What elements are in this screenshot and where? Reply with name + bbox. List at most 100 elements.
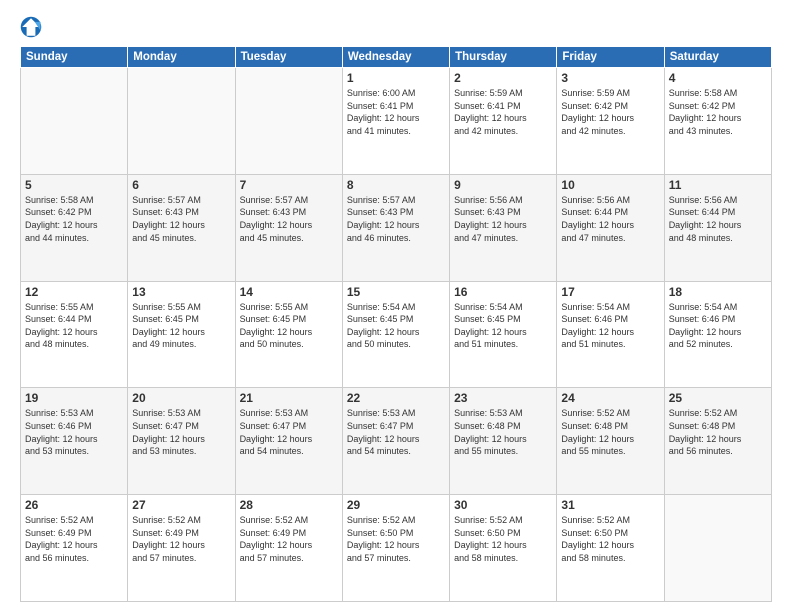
calendar-cell: 14 Sunrise: 5:55 AM Sunset: 6:45 PM Dayli… xyxy=(235,281,342,388)
calendar-cell xyxy=(235,68,342,175)
day-info: Sunrise: 5:56 AM Sunset: 6:43 PM Dayligh… xyxy=(454,194,552,244)
day-number: 23 xyxy=(454,391,552,405)
calendar-cell: 12 Sunrise: 5:55 AM Sunset: 6:44 PM Dayli… xyxy=(21,281,128,388)
day-number: 24 xyxy=(561,391,659,405)
calendar-cell: 11 Sunrise: 5:56 AM Sunset: 6:44 PM Dayli… xyxy=(664,174,771,281)
day-info: Sunrise: 5:55 AM Sunset: 6:45 PM Dayligh… xyxy=(240,301,338,351)
calendar-cell: 9 Sunrise: 5:56 AM Sunset: 6:43 PM Daylig… xyxy=(450,174,557,281)
calendar-cell xyxy=(664,495,771,602)
calendar-cell: 28Sunrise: 5:52 AM Sunset: 6:49 PM Dayli… xyxy=(235,495,342,602)
day-number: 5 xyxy=(25,178,123,192)
logo xyxy=(20,16,46,38)
day-number: 1 xyxy=(347,71,445,85)
calendar-cell: 10Sunrise: 5:56 AM Sunset: 6:44 PM Dayli… xyxy=(557,174,664,281)
header-monday: Monday xyxy=(128,47,235,68)
day-number: 17 xyxy=(561,285,659,299)
calendar-cell: 25 Sunrise: 5:52 AM Sunset: 6:48 PM Dayli… xyxy=(664,388,771,495)
calendar-cell: 24 Sunrise: 5:52 AM Sunset: 6:48 PM Dayli… xyxy=(557,388,664,495)
day-number: 9 xyxy=(454,178,552,192)
day-number: 7 xyxy=(240,178,338,192)
week-row-5: 26Sunrise: 5:52 AM Sunset: 6:49 PM Dayli… xyxy=(21,495,772,602)
day-number: 25 xyxy=(669,391,767,405)
day-number: 19 xyxy=(25,391,123,405)
calendar-cell: 18 Sunrise: 5:54 AM Sunset: 6:46 PM Dayli… xyxy=(664,281,771,388)
header-thursday: Thursday xyxy=(450,47,557,68)
day-info: Sunrise: 5:57 AM Sunset: 6:43 PM Dayligh… xyxy=(240,194,338,244)
day-number: 27 xyxy=(132,498,230,512)
logo-icon xyxy=(20,16,42,38)
calendar-cell: 29Sunrise: 5:52 AM Sunset: 6:50 PM Dayli… xyxy=(342,495,449,602)
day-number: 4 xyxy=(669,71,767,85)
calendar-cell: 3Sunrise: 5:59 AM Sunset: 6:42 PM Daylig… xyxy=(557,68,664,175)
calendar-cell: 7 Sunrise: 5:57 AM Sunset: 6:43 PM Daylig… xyxy=(235,174,342,281)
day-number: 16 xyxy=(454,285,552,299)
header-saturday: Saturday xyxy=(664,47,771,68)
header-row: SundayMondayTuesdayWednesdayThursdayFrid… xyxy=(21,47,772,68)
day-number: 30 xyxy=(454,498,552,512)
day-info: Sunrise: 5:57 AM Sunset: 6:43 PM Dayligh… xyxy=(132,194,230,244)
day-number: 31 xyxy=(561,498,659,512)
day-number: 10 xyxy=(561,178,659,192)
day-number: 12 xyxy=(25,285,123,299)
calendar-cell: 26Sunrise: 5:52 AM Sunset: 6:49 PM Dayli… xyxy=(21,495,128,602)
calendar-cell: 22 Sunrise: 5:53 AM Sunset: 6:47 PM Dayli… xyxy=(342,388,449,495)
day-info: Sunrise: 5:55 AM Sunset: 6:44 PM Dayligh… xyxy=(25,301,123,351)
header xyxy=(20,16,772,38)
day-number: 22 xyxy=(347,391,445,405)
calendar-cell: 17Sunrise: 5:54 AM Sunset: 6:46 PM Dayli… xyxy=(557,281,664,388)
day-number: 15 xyxy=(347,285,445,299)
day-info: Sunrise: 5:52 AM Sunset: 6:50 PM Dayligh… xyxy=(454,514,552,564)
day-info: Sunrise: 5:52 AM Sunset: 6:48 PM Dayligh… xyxy=(561,407,659,457)
day-info: Sunrise: 5:59 AM Sunset: 6:42 PM Dayligh… xyxy=(561,87,659,137)
week-row-2: 5 Sunrise: 5:58 AM Sunset: 6:42 PM Daylig… xyxy=(21,174,772,281)
day-info: Sunrise: 5:56 AM Sunset: 6:44 PM Dayligh… xyxy=(669,194,767,244)
calendar-cell: 15 Sunrise: 5:54 AM Sunset: 6:45 PM Dayli… xyxy=(342,281,449,388)
day-info: Sunrise: 5:52 AM Sunset: 6:50 PM Dayligh… xyxy=(561,514,659,564)
day-info: Sunrise: 5:57 AM Sunset: 6:43 PM Dayligh… xyxy=(347,194,445,244)
day-info: Sunrise: 5:53 AM Sunset: 6:48 PM Dayligh… xyxy=(454,407,552,457)
day-number: 21 xyxy=(240,391,338,405)
day-info: Sunrise: 5:58 AM Sunset: 6:42 PM Dayligh… xyxy=(25,194,123,244)
calendar-cell: 5 Sunrise: 5:58 AM Sunset: 6:42 PM Daylig… xyxy=(21,174,128,281)
calendar-cell: 21Sunrise: 5:53 AM Sunset: 6:47 PM Dayli… xyxy=(235,388,342,495)
day-info: Sunrise: 5:53 AM Sunset: 6:47 PM Dayligh… xyxy=(132,407,230,457)
day-number: 14 xyxy=(240,285,338,299)
day-info: Sunrise: 5:52 AM Sunset: 6:49 PM Dayligh… xyxy=(132,514,230,564)
day-number: 6 xyxy=(132,178,230,192)
week-row-1: 1 Sunrise: 6:00 AM Sunset: 6:41 PM Daylig… xyxy=(21,68,772,175)
day-number: 11 xyxy=(669,178,767,192)
calendar-cell: 20 Sunrise: 5:53 AM Sunset: 6:47 PM Dayli… xyxy=(128,388,235,495)
day-number: 18 xyxy=(669,285,767,299)
header-tuesday: Tuesday xyxy=(235,47,342,68)
header-wednesday: Wednesday xyxy=(342,47,449,68)
calendar-cell: 23 Sunrise: 5:53 AM Sunset: 6:48 PM Dayli… xyxy=(450,388,557,495)
calendar-cell xyxy=(128,68,235,175)
day-number: 13 xyxy=(132,285,230,299)
day-info: Sunrise: 5:52 AM Sunset: 6:49 PM Dayligh… xyxy=(25,514,123,564)
header-sunday: Sunday xyxy=(21,47,128,68)
day-info: Sunrise: 5:54 AM Sunset: 6:45 PM Dayligh… xyxy=(347,301,445,351)
day-info: Sunrise: 5:54 AM Sunset: 6:46 PM Dayligh… xyxy=(669,301,767,351)
calendar-cell: 27 Sunrise: 5:52 AM Sunset: 6:49 PM Dayli… xyxy=(128,495,235,602)
day-info: Sunrise: 5:52 AM Sunset: 6:50 PM Dayligh… xyxy=(347,514,445,564)
calendar-cell: 16Sunrise: 5:54 AM Sunset: 6:45 PM Dayli… xyxy=(450,281,557,388)
day-info: Sunrise: 5:59 AM Sunset: 6:41 PM Dayligh… xyxy=(454,87,552,137)
day-number: 2 xyxy=(454,71,552,85)
calendar-cell: 2 Sunrise: 5:59 AM Sunset: 6:41 PM Daylig… xyxy=(450,68,557,175)
day-info: Sunrise: 5:53 AM Sunset: 6:47 PM Dayligh… xyxy=(347,407,445,457)
calendar-cell: 13Sunrise: 5:55 AM Sunset: 6:45 PM Dayli… xyxy=(128,281,235,388)
day-info: Sunrise: 5:53 AM Sunset: 6:46 PM Dayligh… xyxy=(25,407,123,457)
day-number: 20 xyxy=(132,391,230,405)
week-row-3: 12 Sunrise: 5:55 AM Sunset: 6:44 PM Dayli… xyxy=(21,281,772,388)
calendar: SundayMondayTuesdayWednesdayThursdayFrid… xyxy=(20,46,772,602)
calendar-cell: 1 Sunrise: 6:00 AM Sunset: 6:41 PM Daylig… xyxy=(342,68,449,175)
day-info: Sunrise: 5:52 AM Sunset: 6:48 PM Dayligh… xyxy=(669,407,767,457)
calendar-cell: 6 Sunrise: 5:57 AM Sunset: 6:43 PM Daylig… xyxy=(128,174,235,281)
day-info: Sunrise: 6:00 AM Sunset: 6:41 PM Dayligh… xyxy=(347,87,445,137)
calendar-cell: 4Sunrise: 5:58 AM Sunset: 6:42 PM Daylig… xyxy=(664,68,771,175)
calendar-cell: 19 Sunrise: 5:53 AM Sunset: 6:46 PM Dayli… xyxy=(21,388,128,495)
calendar-cell: 31 Sunrise: 5:52 AM Sunset: 6:50 PM Dayli… xyxy=(557,495,664,602)
header-friday: Friday xyxy=(557,47,664,68)
calendar-cell: 8Sunrise: 5:57 AM Sunset: 6:43 PM Daylig… xyxy=(342,174,449,281)
day-number: 28 xyxy=(240,498,338,512)
